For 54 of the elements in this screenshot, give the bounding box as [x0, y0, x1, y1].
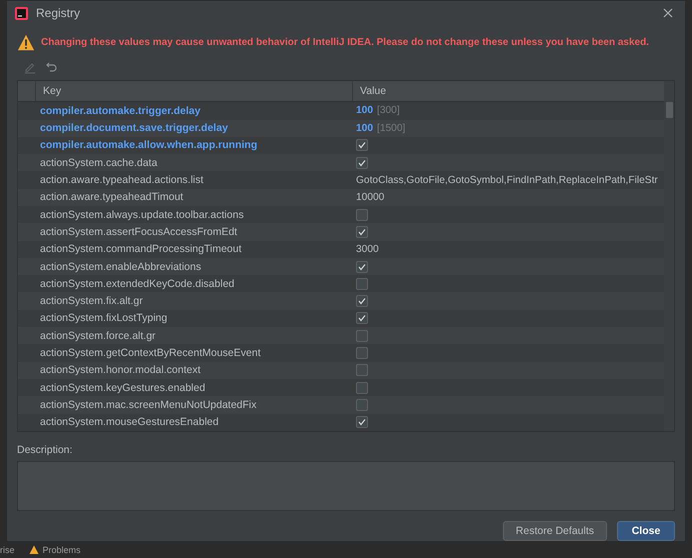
- key-cell-text: actionSystem.mac.screenMenuNotUpdatedFix: [39, 398, 258, 413]
- checkbox[interactable]: [356, 382, 368, 394]
- key-cell-text: actionSystem.extendedKeyCode.disabled: [39, 276, 236, 292]
- default-value: [1500]: [377, 122, 406, 134]
- key-cell-text: compiler.automake.trigger.delay: [39, 104, 202, 119]
- checkbox[interactable]: [356, 295, 368, 308]
- key-cell-text: actionSystem.mouseGesturesEnabled: [39, 415, 220, 430]
- key-cell-text: action.aware.typeahead.actions.list: [39, 173, 204, 188]
- scrollbar-thumb[interactable]: [666, 102, 673, 118]
- undo-icon[interactable]: [45, 60, 59, 74]
- value-text: 100: [356, 105, 373, 116]
- description-label: Description:: [17, 444, 74, 456]
- window-title: Registry: [36, 6, 82, 20]
- checkbox[interactable]: [356, 364, 368, 376]
- key-cell-text: actionSystem.getContextByRecentMouseEvent: [39, 346, 262, 361]
- checkbox[interactable]: [356, 278, 368, 290]
- checkbox[interactable]: [356, 139, 368, 152]
- checkbox[interactable]: [356, 398, 368, 411]
- warning-message: Changing these values may cause unwanted behavior of IntelliJ IDEA. Please do not change these unless you have been asked.: [41, 37, 649, 48]
- status-text: rise: [0, 545, 15, 555]
- warning-icon: [17, 34, 35, 52]
- default-value: [300]: [377, 105, 400, 116]
- warning-icon: [28, 545, 39, 555]
- checkbox[interactable]: [356, 416, 368, 428]
- key-cell-text: actionSystem.always.update.toolbar.actions: [39, 208, 245, 223]
- checkbox[interactable]: [356, 208, 368, 221]
- value-text: 3000: [356, 244, 379, 255]
- value-text: 100: [356, 122, 373, 134]
- problems-tab[interactable]: Problems: [28, 545, 81, 555]
- value-text: 10000: [356, 192, 384, 203]
- column-header[interactable]: Key: [35, 81, 352, 102]
- checkbox[interactable]: [356, 156, 368, 169]
- key-cell-text: actionSystem.enableAbbreviations: [39, 260, 202, 275]
- key-cell-text: compiler.document.save.trigger.delay: [39, 121, 229, 136]
- value-text: GotoClass,GotoFile,GotoSymbol,FindInPath,ReplaceInPath,FileStr: [356, 174, 658, 186]
- key-cell-text: actionSystem.fixLostTyping: [39, 311, 168, 326]
- column-header[interactable]: Value: [352, 81, 664, 102]
- checkbox[interactable]: [356, 260, 368, 273]
- checkbox[interactable]: [356, 347, 368, 359]
- key-cell-text: actionSystem.commandProcessingTimeout: [39, 242, 243, 258]
- key-cell-text: actionSystem.assertFocusAccessFromEdt: [39, 224, 238, 240]
- checkbox[interactable]: [356, 330, 368, 342]
- checkbox[interactable]: [356, 226, 368, 238]
- key-cell-text: action.aware.typeaheadTimout: [39, 190, 184, 206]
- restore-defaults-button[interactable]: Restore Defaults: [502, 521, 607, 541]
- app-logo-icon: [15, 6, 28, 20]
- checkbox[interactable]: [356, 312, 368, 324]
- key-cell-text: compiler.automake.allow.when.app.running: [39, 138, 258, 154]
- key-cell-text: actionSystem.honor.modal.context: [39, 363, 202, 378]
- key-cell-text: actionSystem.force.alt.gr: [39, 328, 157, 344]
- close-button[interactable]: Close: [617, 521, 675, 541]
- key-cell-text: actionSystem.fix.alt.gr: [39, 294, 144, 310]
- key-cell-text: actionSystem.cache.data: [39, 156, 158, 171]
- key-cell-text: actionSystem.keyGestures.enabled: [39, 380, 206, 396]
